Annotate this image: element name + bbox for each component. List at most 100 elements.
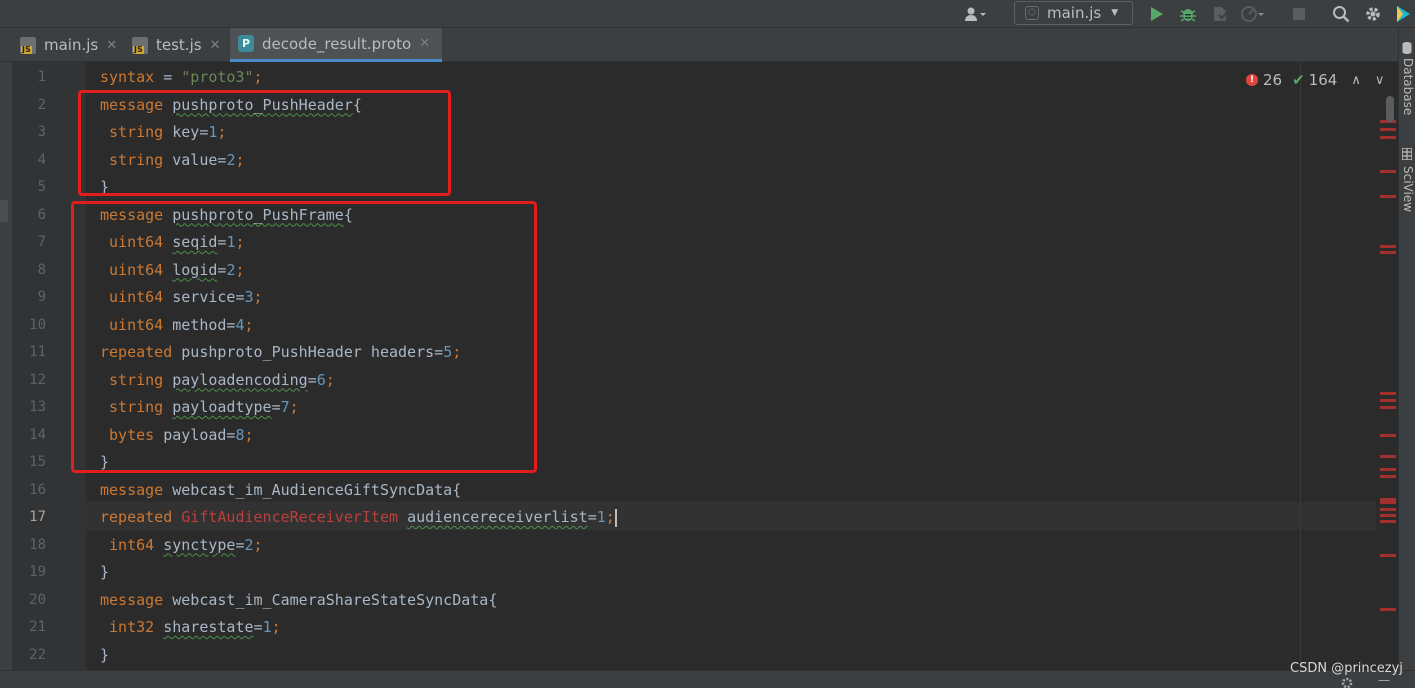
code-token: 2 [244, 535, 254, 554]
error-marker[interactable] [1380, 251, 1396, 254]
tab-label: test.js [156, 36, 202, 54]
line-number: 2 [37, 96, 46, 113]
code-line[interactable]: message webcast_im_AudienceGiftSyncData{ [100, 476, 461, 504]
line-number: 9 [37, 289, 46, 305]
code-line[interactable]: int32 sharestate=1; [100, 613, 281, 641]
database-icon [1402, 42, 1412, 54]
code-token: ; [253, 68, 263, 86]
line-number: 17 [29, 509, 46, 525]
js-file-icon [20, 36, 36, 54]
error-stripe[interactable] [1378, 62, 1398, 670]
code-token: 1 [262, 618, 272, 636]
error-icon: ! [1246, 74, 1258, 86]
code-token: message [100, 590, 164, 609]
error-marker[interactable] [1380, 392, 1396, 395]
code-token: GiftAudienceReceiverItem [181, 508, 399, 526]
user-icon[interactable] [958, 0, 992, 28]
chevron-up-icon[interactable]: ∧ [1351, 73, 1361, 88]
code-token: "proto3" [181, 68, 254, 86]
inspection-widget[interactable]: ! 26 ✔ 164 ∧ ∨ [1246, 70, 1384, 90]
close-icon[interactable]: ✕ [419, 36, 430, 51]
error-marker[interactable] [1380, 245, 1396, 248]
line-number: 12 [29, 371, 46, 388]
error-marker[interactable] [1380, 455, 1396, 458]
code-line[interactable]: } [100, 558, 109, 586]
code-line[interactable]: } [100, 641, 109, 669]
error-marker[interactable] [1380, 520, 1396, 523]
line-number: 4 [37, 151, 46, 168]
tool-window-marker[interactable] [0, 200, 8, 222]
line-number: 18 [29, 536, 46, 553]
error-marker[interactable] [1380, 434, 1396, 437]
code-token: message [100, 480, 164, 499]
database-panel-button[interactable]: Database [1401, 58, 1415, 115]
code-token: int64 [100, 535, 155, 554]
line-number: 3 [37, 124, 46, 140]
chevron-down-icon: ▼ [1111, 8, 1119, 18]
status-bar: — [0, 670, 1415, 688]
code-token: repeated [100, 508, 173, 526]
line-number: 11 [29, 344, 46, 360]
gear-icon[interactable] [1340, 676, 1354, 688]
text-caret [614, 508, 617, 527]
tab-test-js[interactable]: test.js ✕ [124, 28, 228, 62]
line-number: 22 [29, 646, 46, 663]
code-token: int32 [100, 618, 155, 636]
code-line[interactable]: repeated GiftAudienceReceiverItem audien… [100, 503, 617, 531]
run-icon[interactable] [1146, 0, 1168, 28]
sciview-panel-button[interactable]: SciView [1401, 166, 1415, 212]
tab-main-js[interactable]: main.js ✕ [12, 28, 124, 62]
run-config-label: main.js [1047, 4, 1102, 22]
error-marker[interactable] [1380, 399, 1396, 402]
error-marker[interactable] [1380, 128, 1396, 131]
code-line[interactable]: message webcast_im_CameraShareStateSyncD… [100, 586, 497, 614]
tab-decode-result-proto[interactable]: P decode_result.proto ✕ [230, 28, 442, 62]
line-number: 5 [37, 179, 46, 195]
close-icon[interactable]: ✕ [106, 38, 117, 53]
error-marker[interactable] [1380, 468, 1396, 471]
code-token: synctype [163, 535, 236, 554]
error-marker[interactable] [1380, 508, 1396, 511]
line-number: 8 [37, 261, 46, 278]
line-number: 14 [29, 426, 46, 443]
line-number: 15 [29, 454, 46, 470]
run-config-selector[interactable]: ⬡ main.js ▼ [1014, 1, 1133, 25]
error-marker[interactable] [1380, 195, 1396, 198]
code-line[interactable]: syntax = "proto3"; [100, 63, 263, 91]
nodejs-icon: ⬡ [1025, 6, 1039, 20]
code-token: = [587, 508, 597, 526]
error-marker[interactable] [1380, 136, 1396, 139]
scrollbar-thumb[interactable] [1386, 96, 1394, 122]
error-marker[interactable] [1380, 554, 1396, 557]
debug-icon[interactable] [1176, 0, 1200, 28]
code-line[interactable]: int64 synctype=2; [100, 531, 263, 559]
stop-icon[interactable] [1288, 0, 1310, 28]
highlight-box-pushframe [71, 201, 537, 473]
search-icon[interactable] [1328, 0, 1354, 28]
line-number: 7 [37, 234, 46, 250]
coverage-icon[interactable] [1208, 0, 1232, 28]
toolbox-icon[interactable] [1392, 0, 1414, 28]
error-marker[interactable] [1380, 514, 1396, 517]
right-margin-guide [1300, 62, 1301, 670]
code-token: webcast_im_CameraShareStateSyncData{ [163, 590, 498, 609]
error-marker[interactable] [1380, 170, 1396, 173]
close-icon[interactable]: ✕ [210, 38, 221, 53]
line-number: 21 [29, 619, 46, 635]
error-count: 26 [1263, 71, 1283, 89]
proto-file-icon: P [238, 35, 254, 52]
left-tool-strip [0, 62, 12, 688]
profiler-icon[interactable] [1238, 0, 1266, 28]
code-token: 1 [596, 508, 606, 526]
tab-label: decode_result.proto [262, 34, 412, 53]
line-number: 20 [29, 591, 46, 608]
error-marker[interactable] [1380, 498, 1396, 504]
error-marker[interactable] [1380, 608, 1396, 611]
gear-icon[interactable] [1360, 0, 1386, 28]
error-marker[interactable] [1380, 475, 1396, 478]
error-marker[interactable] [1380, 406, 1396, 409]
sciview-icon [1402, 148, 1412, 160]
